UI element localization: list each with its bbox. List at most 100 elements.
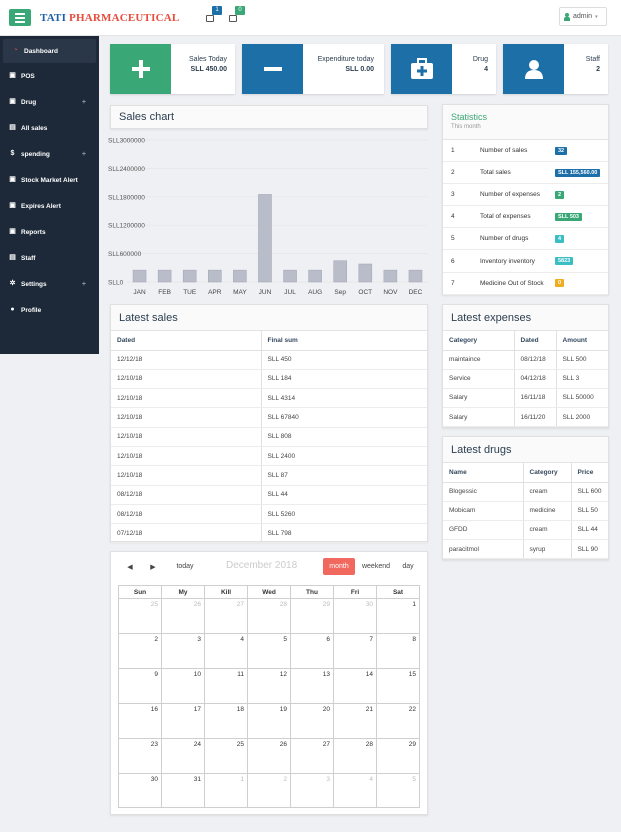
column-header[interactable]: Price [571, 463, 608, 483]
calendar-day-cell[interactable]: 1 [377, 599, 419, 633]
kpi-expenditure-today[interactable]: Expenditure today SLL 0.00 [242, 44, 384, 94]
calendar-day-cell[interactable]: 7 [334, 634, 377, 668]
calendar-day-cell[interactable]: 25 [119, 599, 162, 633]
calendar-day-cell[interactable]: 2 [248, 774, 291, 807]
table-row[interactable]: GFDD cream SLL 44 [443, 520, 608, 541]
calendar-day-cell[interactable]: 8 [377, 634, 419, 668]
table-row[interactable]: 12/10/18 SLL 184 [111, 369, 427, 390]
calendar-day-cell[interactable]: 28 [248, 599, 291, 633]
column-header[interactable]: Category [523, 463, 572, 483]
user-menu[interactable]: admin ▾ [559, 7, 607, 26]
calendar-day-cell[interactable]: 9 [119, 669, 162, 703]
sidebar-item-expires-alert[interactable]: ▣ Expires Alert [0, 193, 99, 219]
calendar-day-cell[interactable]: 6 [291, 634, 334, 668]
calendar-day-cell[interactable]: 23 [119, 739, 162, 773]
kpi-sales-today[interactable]: Sales Today SLL 450.00 [110, 44, 235, 94]
kpi-staff[interactable]: Staff 2 [503, 44, 608, 94]
chart-bar[interactable] [383, 269, 398, 283]
column-header[interactable]: Final sum [261, 331, 427, 351]
table-row[interactable]: maintaince 08/12/18 SLL 500 [443, 350, 608, 370]
calendar-view-weekend[interactable]: weekend [358, 558, 394, 575]
chart-bar[interactable] [182, 269, 197, 283]
calendar-day-cell[interactable]: 3 [291, 774, 334, 807]
calendar-day-cell[interactable]: 10 [162, 669, 205, 703]
chart-bar[interactable] [283, 269, 297, 283]
calendar-day-cell[interactable]: 26 [162, 599, 205, 633]
calendar-day-cell[interactable]: 18 [205, 704, 248, 738]
table-row[interactable]: paracitmol syrup SLL 90 [443, 539, 608, 560]
calendar-day-cell[interactable]: 20 [291, 704, 334, 738]
calendar-prev-button[interactable]: ◀ [120, 558, 140, 575]
calendar-day-cell[interactable]: 14 [334, 669, 377, 703]
calendar-day-cell[interactable]: 17 [162, 704, 205, 738]
calendar-day-cell[interactable]: 15 [377, 669, 419, 703]
sidebar-item-settings[interactable]: ✲ Settings + [0, 271, 99, 297]
chart-bar[interactable] [408, 269, 423, 283]
table-row[interactable]: 12/12/18 SLL 450 [111, 350, 427, 370]
chart-bar[interactable] [157, 269, 172, 283]
chart-bar[interactable] [358, 263, 373, 283]
column-header[interactable]: Dated [111, 331, 262, 351]
calendar-day-cell[interactable]: 5 [377, 774, 419, 807]
calendar-day-cell[interactable]: 3 [162, 634, 205, 668]
calendar-day-cell[interactable]: 12 [248, 669, 291, 703]
calendar-day-cell[interactable]: 29 [291, 599, 334, 633]
brand-logo[interactable]: TATI PHARMACEUTICAL [40, 12, 179, 24]
table-row[interactable]: 07/12/18 SLL 798 [111, 523, 427, 544]
table-row[interactable]: Blogessic cream SLL 600 [443, 482, 608, 502]
calendar-day-cell[interactable]: 27 [291, 739, 334, 773]
column-header[interactable]: Category [443, 331, 515, 351]
chart-bar[interactable] [207, 269, 222, 283]
sidebar-item-stock-market-alert[interactable]: ▣ Stock Market Alert [0, 167, 99, 193]
table-row[interactable]: Salary 16/11/18 SLL 50000 [443, 388, 608, 409]
kpi-drug[interactable]: Drug 4 [391, 44, 496, 94]
column-header[interactable]: Name [443, 463, 524, 483]
chart-bar[interactable] [333, 260, 348, 283]
chart-bar[interactable] [233, 269, 247, 283]
calendar-day-cell[interactable]: 27 [205, 599, 248, 633]
calendar-day-cell[interactable]: 28 [334, 739, 377, 773]
calendar-view-day[interactable]: day [397, 558, 419, 575]
calendar-next-button[interactable]: ▶ [143, 558, 163, 575]
table-row[interactable]: 08/12/18 SLL 44 [111, 485, 427, 505]
column-header[interactable]: Amount [556, 331, 608, 351]
table-row[interactable]: Service 04/12/18 SLL 3 [443, 369, 608, 389]
calendar-day-cell[interactable]: 11 [205, 669, 248, 703]
table-row[interactable]: 12/10/18 SLL 67840 [111, 407, 427, 428]
calendar-day-cell[interactable]: 31 [162, 774, 205, 807]
calendar-day-cell[interactable]: 30 [119, 774, 162, 807]
column-header[interactable]: Dated [514, 331, 557, 351]
calendar-day-cell[interactable]: 13 [291, 669, 334, 703]
chart-bar[interactable] [308, 269, 322, 283]
sidebar-item-reports[interactable]: ▣ Reports [0, 219, 99, 245]
table-row[interactable]: 12/10/18 SLL 2400 [111, 446, 427, 467]
notification-icon[interactable]: 1 [205, 6, 222, 23]
calendar-day-cell[interactable]: 25 [205, 739, 248, 773]
calendar-day-cell[interactable]: 4 [205, 634, 248, 668]
calendar-day-cell[interactable]: 1 [205, 774, 248, 807]
table-row[interactable]: 08/12/18 SLL 5260 [111, 504, 427, 525]
calendar-day-cell[interactable]: 5 [248, 634, 291, 668]
messages-icon[interactable]: 0 [228, 6, 245, 23]
calendar-day-cell[interactable]: 4 [334, 774, 377, 807]
chart-bar[interactable] [132, 269, 147, 283]
menu-toggle-button[interactable] [9, 9, 31, 26]
sidebar-item-all-sales[interactable]: ▤ All sales [0, 115, 99, 141]
calendar-view-month[interactable]: month [323, 558, 355, 575]
calendar-day-cell[interactable]: 24 [162, 739, 205, 773]
calendar-day-cell[interactable]: 22 [377, 704, 419, 738]
chart-bar[interactable] [258, 194, 272, 283]
calendar-today-button[interactable]: today [168, 558, 202, 575]
calendar-day-cell[interactable]: 21 [334, 704, 377, 738]
sidebar-item-drug[interactable]: ▣ Drug + [0, 89, 99, 115]
table-row[interactable]: 12/10/18 SLL 4314 [111, 388, 427, 409]
sidebar-item-staff[interactable]: ▤ Staff [0, 245, 99, 271]
table-row[interactable]: Mobicam medicine SLL 50 [443, 501, 608, 521]
table-row[interactable]: Salary 16/11/20 SLL 2000 [443, 407, 608, 428]
sidebar-item-spending[interactable]: $ spending + [0, 141, 99, 167]
calendar-day-cell[interactable]: 30 [334, 599, 377, 633]
sidebar-item-pos[interactable]: ▣ POS [0, 63, 99, 89]
calendar-day-cell[interactable]: 29 [377, 739, 419, 773]
calendar-day-cell[interactable]: 19 [248, 704, 291, 738]
calendar-day-cell[interactable]: 16 [119, 704, 162, 738]
